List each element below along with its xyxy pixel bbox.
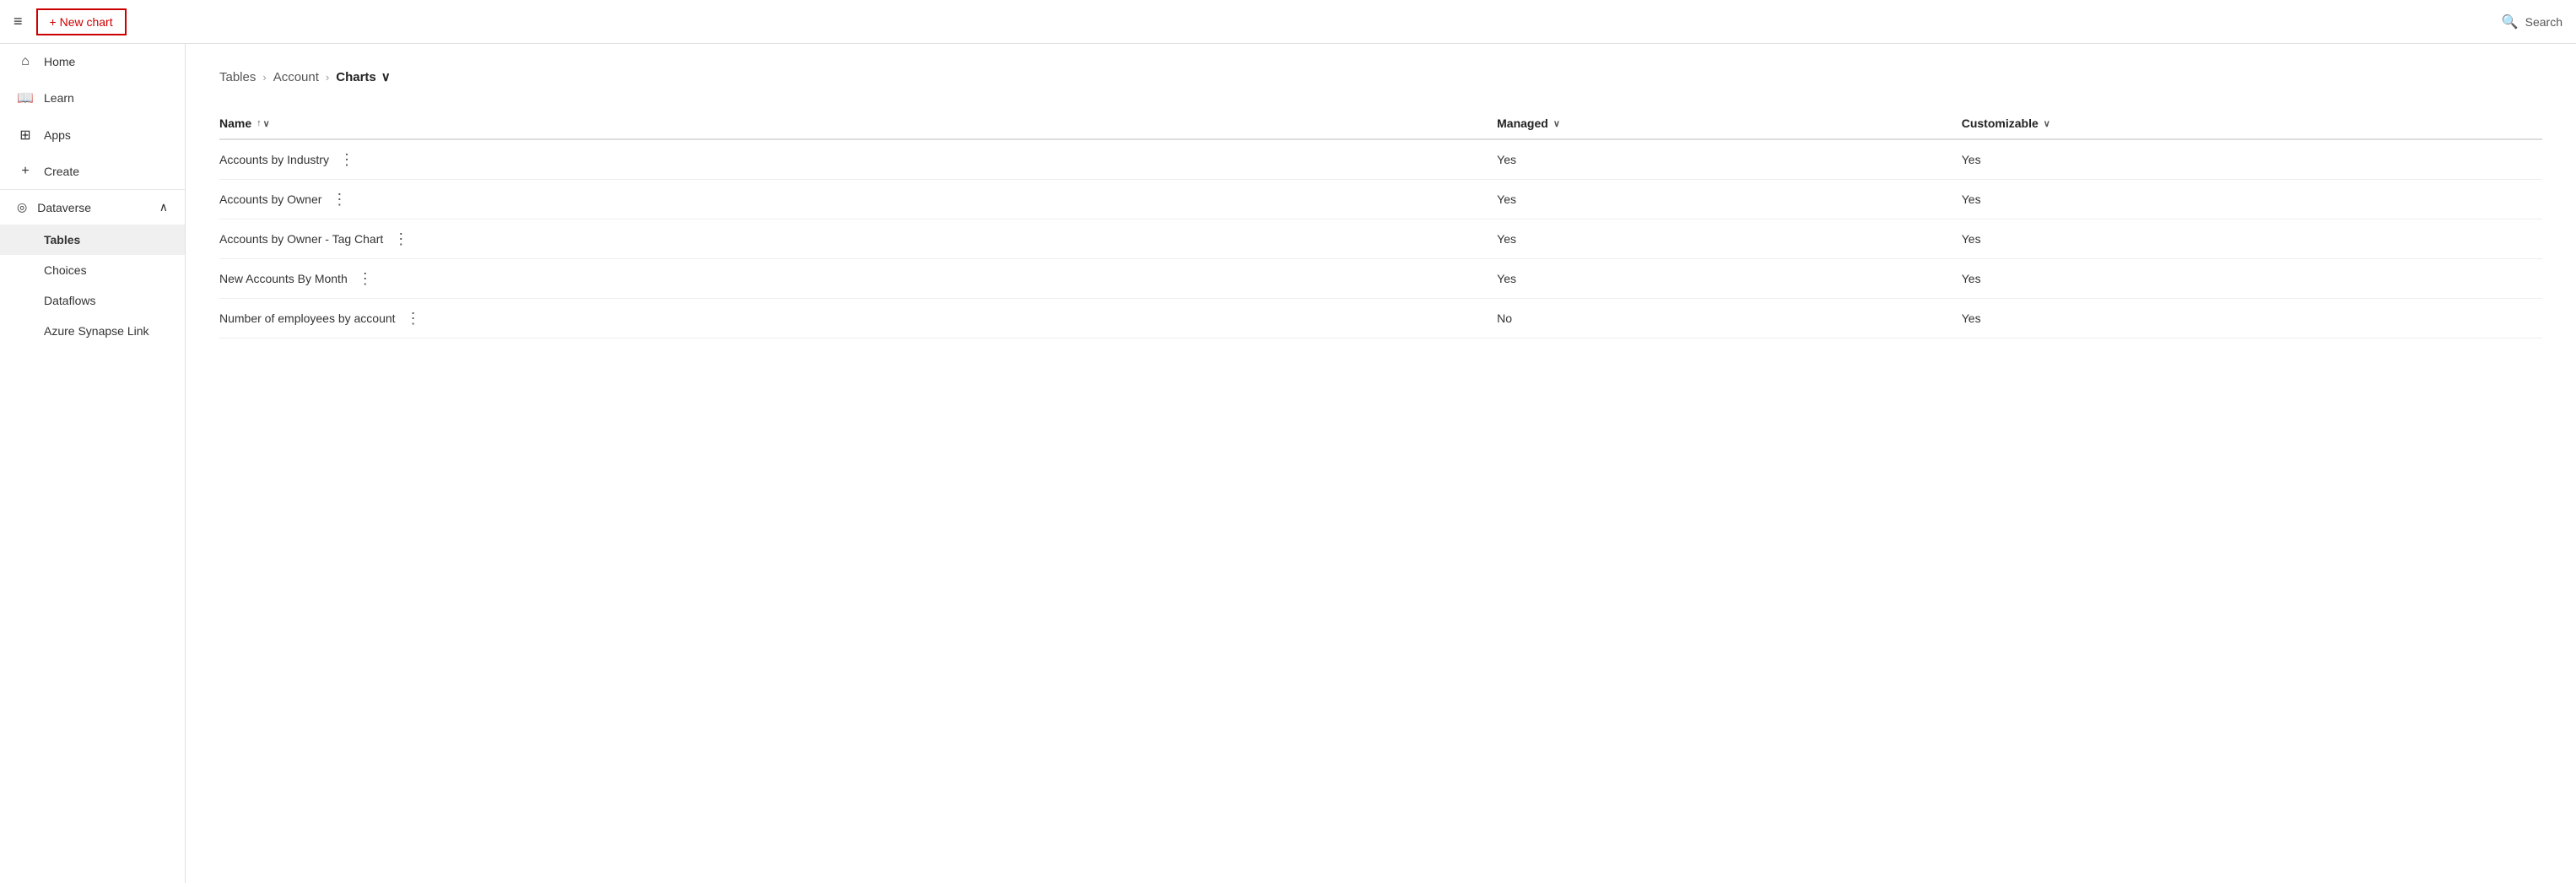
cell-customizable-3: Yes (1962, 259, 2542, 299)
breadcrumb-current: Charts ∨ (336, 69, 391, 84)
toolbar: ≡ + New chart 🔍 Search (0, 0, 2576, 44)
sidebar-sub-item-tables[interactable]: Tables (0, 225, 185, 255)
table-body: Accounts by Industry⋮YesYesAccounts by O… (219, 139, 2542, 339)
sidebar-item-label-learn: Learn (44, 91, 74, 105)
col-header-managed: Managed ∨ (1497, 108, 1962, 139)
row-menu-button-2[interactable]: ⋮ (386, 231, 415, 246)
breadcrumb-current-label: Charts (336, 70, 376, 84)
col-name-label: Name (219, 116, 251, 130)
cell-customizable-1: Yes (1962, 180, 2542, 219)
new-chart-button[interactable]: + New chart (36, 8, 127, 35)
row-name-1[interactable]: Accounts by Owner (219, 192, 321, 206)
cell-managed-0: Yes (1497, 139, 1962, 180)
row-menu-button-4[interactable]: ⋮ (399, 311, 428, 326)
cell-managed-2: Yes (1497, 219, 1962, 259)
col-name-sort-icons[interactable]: ↑ ∨ (257, 118, 270, 129)
search-icon: 🔍 (2502, 14, 2519, 30)
col-header-name: Name ↑ ∨ (219, 108, 1497, 139)
table-header: Name ↑ ∨ Managed ∨ (219, 108, 2542, 139)
cell-managed-4: No (1497, 299, 1962, 339)
sort-down-icon: ∨ (263, 118, 270, 129)
col-header-name-inner[interactable]: Name ↑ ∨ (219, 116, 270, 130)
hamburger-icon[interactable]: ≡ (14, 13, 23, 30)
breadcrumb-sep-1: › (262, 71, 266, 84)
sidebar-dataverse-section: ◎ Dataverse ∧ TablesChoicesDataflowsAzur… (0, 189, 185, 346)
apps-icon: ⊞ (17, 127, 34, 144)
col-header-customizable-inner[interactable]: Customizable ∨ (1962, 116, 2050, 130)
table-row: Accounts by Owner - Tag Chart⋮YesYes (219, 219, 2542, 259)
dataverse-chevron-icon: ∧ (159, 200, 168, 214)
sidebar-sub-items: TablesChoicesDataflowsAzure Synapse Link (0, 225, 185, 346)
row-name-4[interactable]: Number of employees by account (219, 311, 396, 325)
row-name-0[interactable]: Accounts by Industry (219, 153, 329, 166)
breadcrumb: Tables › Account › Charts ∨ (219, 69, 2542, 84)
breadcrumb-current-chevron-icon[interactable]: ∨ (381, 69, 391, 84)
toolbar-left: ≡ + New chart (14, 8, 127, 35)
row-name-3[interactable]: New Accounts By Month (219, 272, 348, 285)
customizable-sort-down-icon: ∨ (2044, 118, 2050, 129)
col-customizable-label: Customizable (1962, 116, 2039, 130)
cell-name-1: Accounts by Owner ⋮ (219, 180, 1497, 219)
cell-name-2: Accounts by Owner - Tag Chart⋮ (219, 219, 1497, 259)
table-row: New Accounts By Month⋮YesYes (219, 259, 2542, 299)
main-content: Tables › Account › Charts ∨ Name ↑ (186, 44, 2576, 883)
row-menu-button-3[interactable]: ⋮ (351, 271, 380, 286)
sidebar: ⌂ Home 📖 Learn ⊞ Apps + Create ◎ Dataver… (0, 44, 186, 883)
row-menu-button-0[interactable]: ⋮ (332, 152, 361, 167)
app-body: ⌂ Home 📖 Learn ⊞ Apps + Create ◎ Dataver… (0, 44, 2576, 883)
sidebar-item-learn[interactable]: 📖 Learn (0, 79, 185, 116)
sort-up-icon: ↑ (257, 118, 262, 128)
sidebar-sub-item-dataflows[interactable]: Dataflows (0, 285, 185, 316)
sidebar-sub-item-choices[interactable]: Choices (0, 255, 185, 285)
data-table: Name ↑ ∨ Managed ∨ (219, 108, 2542, 339)
home-icon: ⌂ (17, 54, 34, 69)
cell-customizable-4: Yes (1962, 299, 2542, 339)
sidebar-item-label-create: Create (44, 165, 79, 178)
sidebar-item-create[interactable]: + Create (0, 154, 185, 189)
col-customizable-sort-icons[interactable]: ∨ (2044, 118, 2050, 129)
table-row: Accounts by Owner ⋮ YesYes (219, 180, 2542, 219)
breadcrumb-tables[interactable]: Tables (219, 70, 256, 84)
col-header-managed-inner[interactable]: Managed ∨ (1497, 116, 1560, 130)
breadcrumb-account[interactable]: Account (273, 70, 319, 84)
breadcrumb-sep-2: › (326, 71, 329, 84)
sidebar-item-label-dataverse: Dataverse (37, 201, 91, 214)
cell-name-4: Number of employees by account⋮ (219, 299, 1497, 339)
sidebar-item-label-apps: Apps (44, 128, 71, 142)
sidebar-item-home[interactable]: ⌂ Home (0, 44, 185, 79)
create-icon: + (17, 164, 34, 179)
cell-managed-1: Yes (1497, 180, 1962, 219)
row-menu-button-1[interactable]: ⋮ (325, 192, 354, 207)
cell-name-3: New Accounts By Month⋮ (219, 259, 1497, 299)
cell-managed-3: Yes (1497, 259, 1962, 299)
cell-customizable-0: Yes (1962, 139, 2542, 180)
learn-icon: 📖 (17, 89, 34, 106)
managed-sort-down-icon: ∨ (1553, 118, 1560, 129)
col-managed-sort-icons[interactable]: ∨ (1553, 118, 1560, 129)
table-row: Accounts by Industry⋮YesYes (219, 139, 2542, 180)
sidebar-sub-item-azure-synapse-link[interactable]: Azure Synapse Link (0, 316, 185, 346)
col-header-customizable: Customizable ∨ (1962, 108, 2542, 139)
row-name-2[interactable]: Accounts by Owner - Tag Chart (219, 232, 383, 246)
col-managed-label: Managed (1497, 116, 1548, 130)
search-area[interactable]: 🔍 Search (2502, 14, 2562, 30)
sidebar-item-dataverse[interactable]: ◎ Dataverse ∧ (0, 190, 185, 225)
sidebar-item-apps[interactable]: ⊞ Apps (0, 116, 185, 154)
dataverse-icon: ◎ (17, 200, 27, 214)
search-label: Search (2525, 15, 2562, 29)
table-row: Number of employees by account⋮NoYes (219, 299, 2542, 339)
cell-customizable-2: Yes (1962, 219, 2542, 259)
cell-name-0: Accounts by Industry⋮ (219, 139, 1497, 180)
sidebar-item-label-home: Home (44, 55, 75, 68)
